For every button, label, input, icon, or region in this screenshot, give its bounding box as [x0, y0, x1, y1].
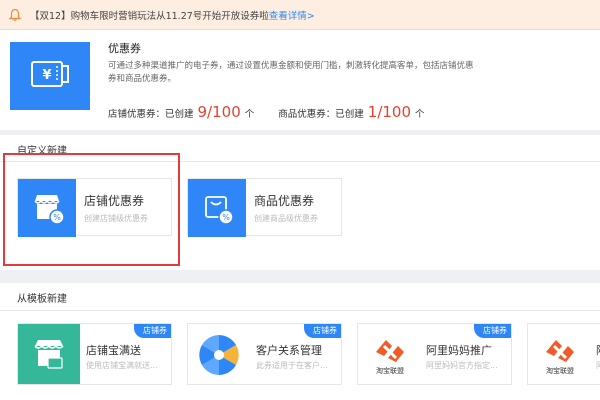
store-coupon-label: 店铺优惠券：已创建: [108, 109, 194, 120]
template-card-alimama[interactable]: 淘宝联盟 阿里妈妈推广 阿里妈妈官方指定... 店铺券: [357, 323, 512, 385]
product-coupon-card-title: 商品优惠券: [254, 194, 315, 208]
template-card-crm[interactable]: 客户关系管理 此券适用于在客户... 店铺券: [187, 323, 342, 385]
page-title: 优惠券: [108, 42, 141, 55]
bell-icon: [8, 8, 22, 21]
taobao-alliance-logo: 淘宝联盟: [536, 332, 584, 380]
template-card-subtitle: 阿: [596, 360, 600, 371]
store-coupon-badge: 店铺券: [474, 324, 511, 338]
taobao-alliance-label: 淘宝联盟: [546, 367, 574, 375]
store-full-gift-icon: [18, 324, 80, 384]
template-card-store-full-gift[interactable]: 店铺宝满送 使用店铺宝满就送... 店铺券: [17, 323, 172, 385]
product-coupon-count: 1/100: [367, 103, 412, 121]
coupon-logo-icon: ¥: [10, 42, 90, 110]
taobao-alliance-label: 淘宝联盟: [376, 367, 404, 375]
template-card-subtitle: 阿里妈妈官方指定...: [426, 361, 498, 370]
template-card-title: 店铺宝满送: [86, 344, 141, 357]
product-coupon-card-subtitle: 创建商品级优惠券: [254, 214, 318, 223]
notice-bar: 【双12】购物车限时营销玩法从11.27号开始开放设券啦 查看详情>: [0, 0, 600, 30]
highlight-frame: [3, 153, 180, 266]
store-coupon-unit: 个: [244, 109, 255, 120]
taobao-alliance-logo: 淘宝联盟: [366, 332, 414, 380]
product-coupon-icon: %: [188, 179, 246, 237]
notice-detail-link[interactable]: 查看详情>: [269, 8, 315, 22]
store-coupon-count: 9/100: [197, 103, 241, 121]
product-coupon-label: 商品优惠券：已创建: [278, 109, 364, 120]
crm-icon: [188, 324, 250, 384]
svg-text:%: %: [222, 213, 230, 222]
template-card-subtitle: 使用店铺宝满就送...: [86, 361, 158, 370]
notice-text: 【双12】购物车限时营销玩法从11.27号开始开放设券啦: [30, 10, 269, 22]
template-card-title: 阿里妈妈推广: [426, 344, 492, 357]
product-coupon-unit: 个: [415, 109, 425, 120]
coupon-overview: ¥ 优惠券 可通过多种渠道推广的电子券，通过设置优惠金额和使用门槛，刺激转化提高…: [0, 30, 600, 130]
divider: [0, 310, 600, 311]
template-card-subtitle: 此券适用于在客户...: [256, 361, 328, 370]
coupon-description: 可通过多种渠道推广的电子券，通过设置优惠金额和使用门槛，刺激转化提高客单，包括店…: [108, 61, 474, 84]
template-card-alimama-2[interactable]: 淘宝联盟 阿 阿: [527, 323, 600, 385]
template-create-title: 从模板新建: [17, 294, 67, 305]
coupon-stats: 店铺优惠券：已创建 9/100 个 商品优惠券：已创建 1/100 个: [108, 103, 425, 121]
svg-text:¥: ¥: [42, 68, 51, 83]
template-card-title: 阿: [596, 342, 600, 358]
store-coupon-badge: 店铺券: [304, 324, 341, 338]
store-coupon-badge: 店铺券: [134, 324, 171, 338]
template-card-title: 客户关系管理: [256, 344, 322, 357]
product-coupon-card[interactable]: % 商品优惠券 创建商品级优惠券: [187, 178, 342, 237]
